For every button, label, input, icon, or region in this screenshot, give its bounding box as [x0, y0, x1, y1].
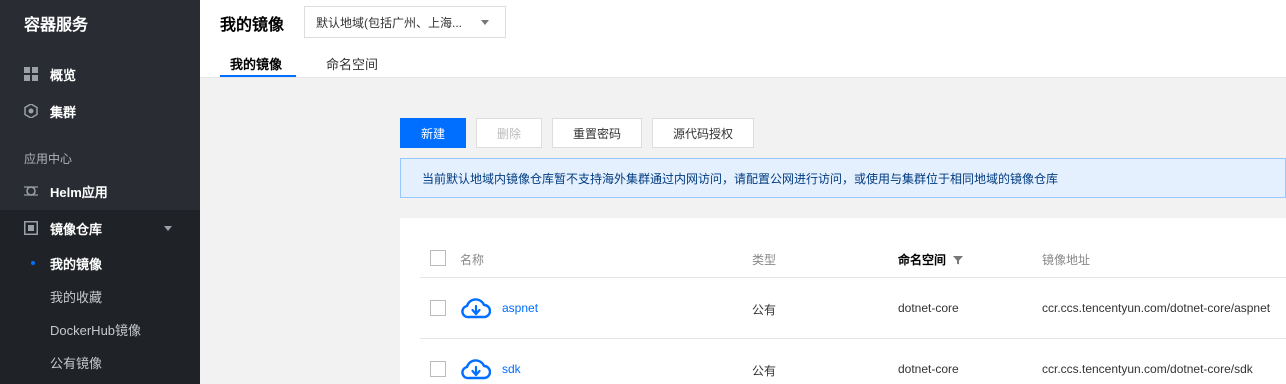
- tab-my-images[interactable]: 我的镜像: [230, 54, 282, 73]
- helm-icon: [24, 184, 38, 198]
- row-divider: [420, 338, 1286, 339]
- page-title: 我的镜像: [220, 17, 285, 34]
- sidebar-sub-favorites[interactable]: 我的收藏: [0, 281, 200, 311]
- sidebar-sub-dockerhub[interactable]: DockerHub镜像: [0, 314, 200, 344]
- active-dot: [31, 261, 35, 265]
- cluster-icon: [24, 104, 38, 118]
- sidebar-item-cluster[interactable]: 集群: [0, 94, 200, 128]
- region-select[interactable]: 默认地域(包括广州、上海...: [304, 6, 506, 38]
- column-header-label: 命名空间: [898, 253, 947, 267]
- filter-icon[interactable]: [953, 255, 964, 265]
- image-name-link[interactable]: sdk: [502, 362, 521, 376]
- sidebar-item-label: 概览: [50, 67, 77, 83]
- delete-button[interactable]: 删除: [476, 118, 542, 148]
- notice-text: 当前默认地域内镜像仓库暂不支持海外集群通过内网访问，请配置公网进行访问，或使用与…: [422, 171, 1059, 186]
- column-header-address: 镜像地址: [1042, 253, 1091, 267]
- grid-icon: [24, 67, 38, 81]
- sidebar-sub-public-images[interactable]: 公有镜像: [0, 347, 200, 377]
- source-auth-button[interactable]: 源代码授权: [652, 118, 754, 148]
- sidebar-title: 容器服务: [24, 17, 89, 34]
- cloud-icon: [461, 298, 491, 319]
- sidebar-sub-label: DockerHub镜像: [50, 322, 142, 338]
- sidebar-item-label: 镜像仓库: [50, 221, 103, 237]
- cloud-icon: [461, 359, 491, 380]
- region-select-value: 默认地域(包括广州、上海...: [316, 15, 462, 30]
- image-name-link[interactable]: aspnet: [502, 301, 538, 315]
- image-address: ccr.ccs.tencentyun.com/dotnet-core/sdk: [1042, 362, 1253, 376]
- row-checkbox[interactable]: [430, 361, 446, 377]
- select-all-checkbox[interactable]: [430, 250, 446, 266]
- registry-icon: [24, 221, 38, 235]
- sidebar-section-label: 应用中心: [24, 152, 73, 166]
- image-namespace: dotnet-core: [898, 362, 959, 376]
- reset-password-button[interactable]: 重置密码: [552, 118, 642, 148]
- tab-namespace[interactable]: 命名空间: [326, 54, 378, 73]
- sidebar-item-label: Helm应用: [50, 184, 108, 200]
- notice-banner: 当前默认地域内镜像仓库暂不支持海外集群通过内网访问，请配置公网进行访问，或使用与…: [400, 158, 1286, 198]
- chevron-down-icon[interactable]: [164, 226, 172, 231]
- header-divider: [420, 277, 1286, 278]
- sidebar-item-overview[interactable]: 概览: [0, 57, 200, 91]
- image-table: 名称 类型 命名空间 镜像地址 aspnet 公有 dotnet-core cc…: [400, 218, 1286, 384]
- tab-active-indicator: [220, 75, 296, 77]
- sidebar-sub-label: 公有镜像: [50, 355, 103, 371]
- column-header-name: 名称: [460, 253, 485, 267]
- sidebar-item-helm[interactable]: Helm应用: [0, 174, 200, 208]
- sidebar-sub-label: 我的收藏: [50, 289, 103, 305]
- sidebar: 容器服务 概览 集群 应用中心 Helm应用 镜像仓库 我的镜像 我的收藏 Do…: [0, 0, 200, 384]
- image-type: 公有: [752, 303, 777, 317]
- new-button[interactable]: 新建: [400, 118, 466, 148]
- image-address: ccr.ccs.tencentyun.com/dotnet-core/aspne…: [1042, 301, 1271, 315]
- page-header: 我的镜像 默认地域(包括广州、上海... 我的镜像 命名空间: [200, 0, 1286, 78]
- row-checkbox[interactable]: [430, 300, 446, 316]
- sidebar-sub-label: 我的镜像: [50, 256, 103, 272]
- image-type: 公有: [752, 364, 777, 378]
- image-namespace: dotnet-core: [898, 301, 959, 315]
- column-header-type: 类型: [752, 253, 777, 267]
- chevron-down-icon: [481, 20, 489, 25]
- column-header-namespace[interactable]: 命名空间: [898, 251, 964, 268]
- sidebar-sub-my-images[interactable]: 我的镜像: [0, 248, 200, 278]
- sidebar-item-label: 集群: [50, 104, 77, 120]
